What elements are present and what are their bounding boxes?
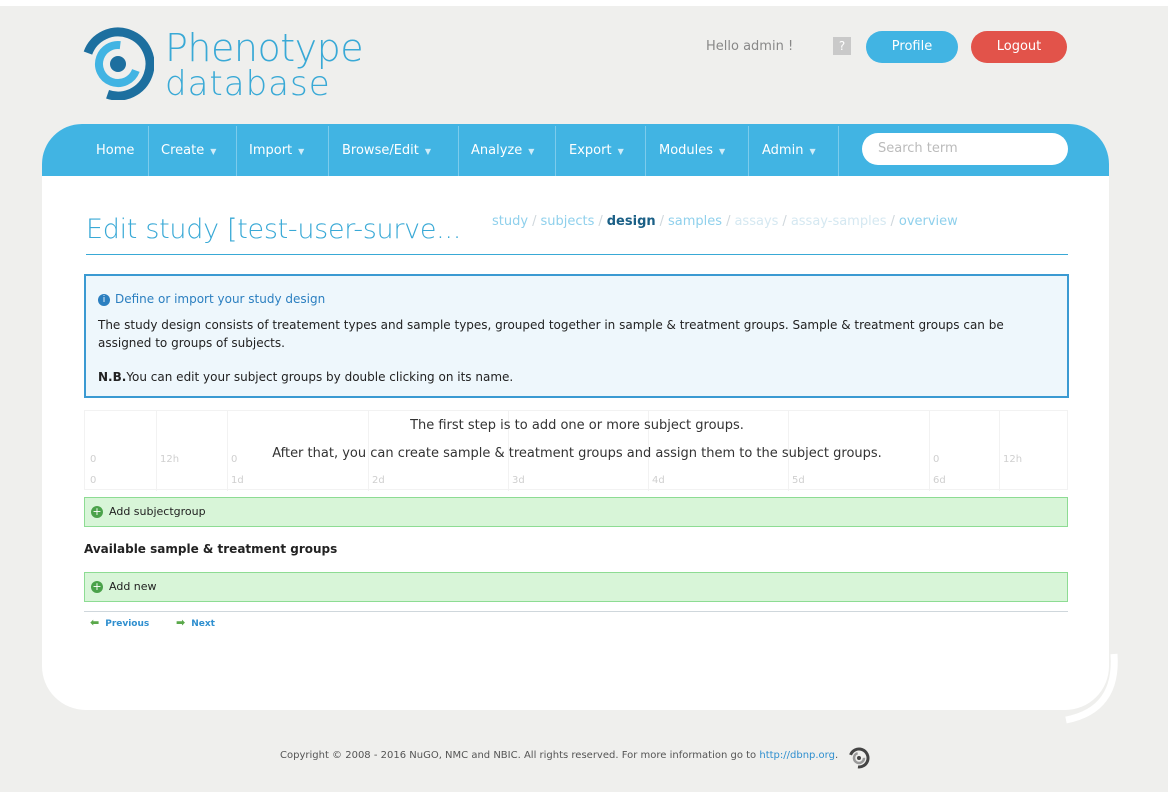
nav-separator xyxy=(645,126,646,176)
nav-create-label: Create xyxy=(161,143,205,158)
footer-text-end: . xyxy=(834,750,839,761)
nav-export-label: Export xyxy=(569,143,612,158)
info-body: The study design consists of treatement … xyxy=(98,318,1004,350)
previous-link[interactable]: ⬅ Previous xyxy=(90,616,149,629)
info-note-label: N.B. xyxy=(98,370,127,384)
info-note: N.B.You can edit your subject groups by … xyxy=(98,370,513,384)
nav-import-label: Import xyxy=(249,143,293,158)
breadcrumb-subjects[interactable]: subjects xyxy=(540,214,594,229)
nav-home[interactable]: Home xyxy=(96,139,134,163)
add-icon: + xyxy=(91,580,103,593)
add-subjectgroup-button[interactable]: + Add subjectgroup xyxy=(84,497,1068,527)
timeline-day-label: 1d xyxy=(231,475,244,486)
footer-copyright: Copyright © 2008 - 2016 NuGO, NMC and NB… xyxy=(280,750,838,761)
info-heading-text: Define or import your study design xyxy=(115,292,326,306)
panel-corner-decoration xyxy=(1065,653,1118,724)
breadcrumb-assays: assays xyxy=(734,214,779,229)
nav-separator xyxy=(838,126,839,176)
breadcrumb-separator: / xyxy=(890,214,895,229)
nav-browse-edit-label: Browse/Edit xyxy=(342,143,419,158)
timeline-day-label: 4d xyxy=(652,475,665,486)
chevron-down-icon: ▼ xyxy=(424,147,432,156)
arrow-right-icon: ➡ xyxy=(176,616,186,629)
chevron-down-icon: ▼ xyxy=(719,147,726,156)
add-new-label: Add new xyxy=(109,580,157,593)
nav-modules-label: Modules xyxy=(659,143,714,158)
breadcrumb-overview[interactable]: overview xyxy=(899,214,958,229)
page-title: Edit study [test-user-surve... xyxy=(86,214,461,245)
breadcrumb-separator: / xyxy=(532,214,537,229)
add-subjectgroup-label: Add subjectgroup xyxy=(109,505,206,518)
nav-home-label: Home xyxy=(96,143,135,158)
timeline-day-label: 5d xyxy=(792,475,805,486)
nav-modules[interactable]: Modules ▼ xyxy=(659,139,725,163)
timeline-day-label: 3d xyxy=(512,475,525,486)
logout-button[interactable]: Logout xyxy=(971,31,1067,63)
breadcrumb-assay-samples: assay-samples xyxy=(790,214,887,229)
nav-analyze-label: Analyze xyxy=(471,143,523,158)
breadcrumb-separator: / xyxy=(659,214,665,229)
next-link[interactable]: ➡ Next xyxy=(176,616,215,629)
search-input[interactable]: Search term xyxy=(862,133,1068,165)
info-icon: i xyxy=(98,293,110,306)
info-box: i Define or import your study design The … xyxy=(84,274,1069,398)
breadcrumb-separator: / xyxy=(726,214,731,229)
groups-heading: Available sample & treatment groups xyxy=(84,542,338,556)
logo-title-line1: Phenotype xyxy=(165,26,364,70)
timeline-day-label: 2d xyxy=(372,475,385,486)
nav-separator xyxy=(236,126,237,176)
chevron-down-icon: ▼ xyxy=(298,147,305,156)
logo[interactable]: Phenotype database xyxy=(80,22,380,102)
info-heading: i Define or import your study design xyxy=(98,292,325,306)
logo-title-line2: database xyxy=(165,64,331,104)
nav-separator xyxy=(148,126,149,176)
timeline-message-next-step: After that, you can create sample & trea… xyxy=(272,446,882,461)
nav-admin-label: Admin xyxy=(762,143,804,158)
footer-text: Copyright © 2008 - 2016 NuGO, NMC and NB… xyxy=(280,750,757,761)
timeline-message-first-step: The first step is to add one or more sub… xyxy=(410,418,744,433)
chevron-down-icon: ▼ xyxy=(528,147,535,156)
add-icon: + xyxy=(91,505,103,518)
breadcrumb-separator: / xyxy=(782,214,787,229)
add-new-group-button[interactable]: + Add new xyxy=(84,572,1068,602)
nav-separator xyxy=(458,126,459,176)
nav-export[interactable]: Export ▼ xyxy=(569,139,624,163)
nav-browse-edit[interactable]: Browse/Edit ▼ xyxy=(342,139,431,163)
breadcrumb-separator: / xyxy=(598,214,603,229)
nav-separator xyxy=(555,126,556,176)
breadcrumb-samples[interactable]: samples xyxy=(668,214,722,229)
chevron-down-icon: ▼ xyxy=(809,147,816,156)
nav-separator xyxy=(748,126,749,176)
footer-logo-icon xyxy=(848,747,870,769)
help-icon[interactable]: ? xyxy=(833,37,851,55)
user-greeting: Hello admin ! xyxy=(706,39,794,54)
phenotype-logo-icon xyxy=(81,27,154,100)
nav-admin[interactable]: Admin ▼ xyxy=(762,139,816,163)
breadcrumb-design: design xyxy=(606,214,656,229)
pager-divider xyxy=(84,611,1068,612)
breadcrumb-study[interactable]: study xyxy=(492,214,528,229)
next-label: Next xyxy=(191,619,215,629)
footer-link[interactable]: http://dbnp.org xyxy=(759,750,835,761)
title-divider xyxy=(86,254,1068,255)
timeline-day-label: 0 xyxy=(90,475,97,486)
nav-import[interactable]: Import ▼ xyxy=(249,139,304,163)
previous-label: Previous xyxy=(105,619,150,629)
breadcrumb: study / subjects / design / samples / assays / ass… xyxy=(492,214,958,229)
profile-button[interactable]: Profile xyxy=(866,31,958,63)
chevron-down-icon: ▼ xyxy=(617,147,624,156)
top-strip xyxy=(0,0,1168,6)
design-timeline: 0 12h 0 0 12h 0 1d 2d 3d 4d 5d 6d The fi… xyxy=(84,410,1068,491)
chevron-down-icon: ▼ xyxy=(210,147,217,156)
nav-separator xyxy=(328,126,329,176)
nav-analyze[interactable]: Analyze ▼ xyxy=(471,139,534,163)
nav-create[interactable]: Create ▼ xyxy=(161,139,216,163)
info-note-text: You can edit your subject groups by doub… xyxy=(126,370,514,384)
timeline-day-label: 6d xyxy=(933,475,946,486)
arrow-left-icon: ⬅ xyxy=(90,616,100,629)
